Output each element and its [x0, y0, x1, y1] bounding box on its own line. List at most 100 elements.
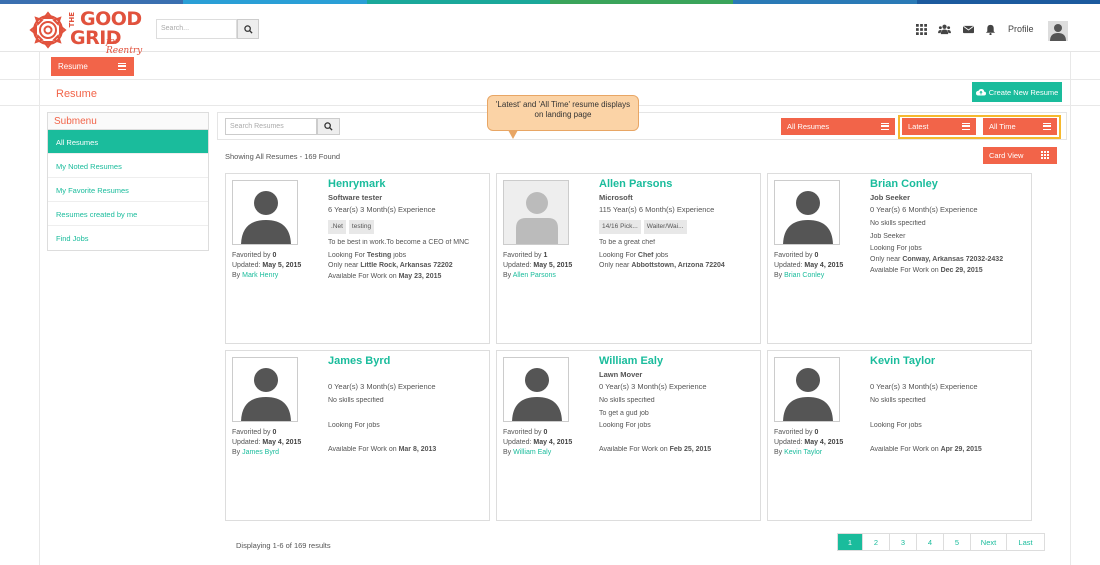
resume-tab[interactable]: Resume [51, 57, 134, 76]
page-button[interactable]: 1 [837, 533, 863, 551]
updated-date: Updated: May 4, 2015 [232, 438, 301, 448]
submenu-item-all-resumes[interactable]: All Resumes [48, 130, 208, 154]
resume-meta: Favorited by 0 Updated: May 4, 2015 By Jam… [232, 428, 301, 457]
resume-card[interactable]: William Ealy Lawn Mover 0 Year(s) 3 Month(… [496, 350, 761, 521]
page-next-button[interactable]: Next [971, 533, 1007, 551]
favorited-label: Favorited by [232, 252, 271, 259]
header-search-input[interactable]: Search... [156, 19, 237, 39]
resume-skills: No skills specified [328, 396, 384, 404]
looking-prefix: Looking For [599, 251, 636, 259]
skill-tag: .Net [328, 219, 346, 234]
card-view-button[interactable]: Card View [983, 147, 1057, 164]
avatar[interactable] [1048, 21, 1068, 41]
submenu-item-find-jobs[interactable]: Find Jobs [48, 226, 208, 250]
resume-name[interactable]: Henrymark [328, 178, 385, 190]
time-dropdown[interactable]: All Time [983, 118, 1057, 135]
looking-prefix: Looking For [870, 245, 907, 253]
resume-photo [774, 180, 840, 245]
resume-role: Lawn Mover [599, 370, 643, 379]
resume-name[interactable]: Kevin Taylor [870, 355, 935, 367]
search-icon [324, 122, 333, 131]
submenu-item-created-by-me[interactable]: Resumes created by me [48, 202, 208, 226]
profile-link[interactable]: Profile [1008, 24, 1034, 34]
looking-prefix: Looking For [328, 251, 365, 259]
resume-skills: No skills specified [870, 396, 926, 404]
resume-meta: Favorited by 0 Updated: May 5, 2015 By Mar… [232, 251, 301, 280]
resume-details: 0 Year(s) 3 Month(s) Experience No skills… [870, 370, 1028, 459]
resume-card[interactable]: Henrymark Software tester 6 Year(s) 3 Mont… [225, 173, 490, 344]
author-link[interactable]: Allen Parsons [513, 272, 556, 279]
resume-name[interactable]: James Byrd [328, 355, 390, 367]
apps-icon[interactable] [915, 22, 927, 36]
header-search-button[interactable] [237, 19, 259, 39]
resume-details: Job Seeker 0 Year(s) 6 Month(s) Experienc… [870, 193, 1028, 280]
annotation-callout: 'Latest' and 'All Time' resume displays … [487, 95, 639, 139]
author-link[interactable]: Brian Conley [784, 272, 824, 279]
looking-value: Chef [637, 251, 654, 259]
pagination-summary: Displaying 1-6 of 169 results [236, 541, 331, 550]
author: By Mark Henry [232, 271, 301, 281]
updated-label: Updated: [503, 438, 532, 446]
author-link[interactable]: Kevin Taylor [784, 449, 822, 456]
cloud-upload-icon [975, 89, 986, 96]
top-header: THE GOOD GRID for Reentry Search... Prof… [0, 4, 1100, 56]
favorited-count: Favorited by 0 [232, 428, 301, 438]
skill-tag: testing [348, 219, 375, 234]
resume-objective: To be a great chef [599, 238, 656, 246]
near-prefix: Only near [870, 256, 901, 263]
page-button[interactable]: 2 [863, 533, 890, 551]
resume-card[interactable]: James Byrd 0 Year(s) 3 Month(s) Experien… [225, 350, 490, 521]
updated-label: Updated: [503, 261, 532, 269]
page-button[interactable]: 4 [917, 533, 944, 551]
mail-icon[interactable] [962, 22, 974, 36]
resume-search-button[interactable] [317, 118, 340, 135]
resume-location: Only near Conway, Arkansas 72032-2432 [870, 256, 1028, 265]
resume-details: Software tester 6 Year(s) 3 Month(s) Expe… [328, 193, 486, 286]
favorited-value: 0 [272, 429, 277, 436]
site-logo[interactable]: THE GOOD GRID for Reentry [28, 8, 158, 56]
resume-name[interactable]: Allen Parsons [599, 178, 672, 190]
updated-value: May 4, 2015 [262, 438, 302, 446]
resume-availability: Available For Work on Feb 25, 2015 [599, 446, 757, 455]
pagination: 1 2 3 4 5 Next Last [837, 533, 1045, 551]
resume-looking-for: Looking For Testing jobs [328, 252, 486, 261]
submenu-item-noted-resumes[interactable]: My Noted Resumes [48, 154, 208, 178]
updated-label: Updated: [232, 438, 261, 446]
sort-dropdown[interactable]: Latest [902, 118, 976, 135]
submenu: Submenu All Resumes My Noted Resumes My … [47, 112, 209, 251]
resume-looking-for: Looking For jobs [328, 422, 486, 431]
resume-card[interactable]: Allen Parsons Microsoft 115 Year(s) 6 Mont… [496, 173, 761, 344]
resume-card[interactable]: Kevin Taylor 0 Year(s) 3 Month(s) Experi… [767, 350, 1032, 521]
resume-details: Microsoft 115 Year(s) 6 Month(s) Experien… [599, 193, 757, 275]
people-icon[interactable] [937, 22, 951, 36]
submenu-item-favorite-resumes[interactable]: My Favorite Resumes [48, 178, 208, 202]
page-button[interactable]: 5 [944, 533, 971, 551]
resume-name[interactable]: William Ealy [599, 355, 663, 367]
author-link[interactable]: James Byrd [242, 449, 279, 456]
author-link[interactable]: William Ealy [513, 449, 551, 456]
resume-experience: 0 Year(s) 3 Month(s) Experience [870, 382, 978, 392]
resume-role-empty [328, 370, 486, 379]
author-link[interactable]: Mark Henry [242, 272, 278, 279]
menu-icon [881, 123, 889, 130]
resume-experience: 0 Year(s) 3 Month(s) Experience [328, 382, 436, 392]
page-button[interactable]: 3 [890, 533, 917, 551]
resume-photo [232, 357, 298, 422]
looking-prefix: Looking For [599, 422, 636, 430]
page-title: Resume [56, 88, 97, 100]
resume-card[interactable]: Brian Conley Job Seeker 0 Year(s) 6 Month(… [767, 173, 1032, 344]
resume-photo [503, 180, 569, 245]
filter-dropdown[interactable]: All Resumes [781, 118, 895, 135]
bell-icon[interactable] [984, 22, 996, 36]
resume-name[interactable]: Brian Conley [870, 178, 938, 190]
time-dropdown-label: All Time [989, 122, 1016, 131]
left-border [39, 52, 40, 565]
looking-suffix: jobs [655, 251, 669, 259]
create-resume-button[interactable]: Create New Resume [972, 82, 1062, 102]
page-last-button[interactable]: Last [1007, 533, 1045, 551]
resume-search-input[interactable]: Search Resumes [225, 118, 317, 135]
resume-objective: To be best in work.To become a CEO of MN… [328, 238, 470, 246]
favorited-label: Favorited by [503, 252, 542, 259]
